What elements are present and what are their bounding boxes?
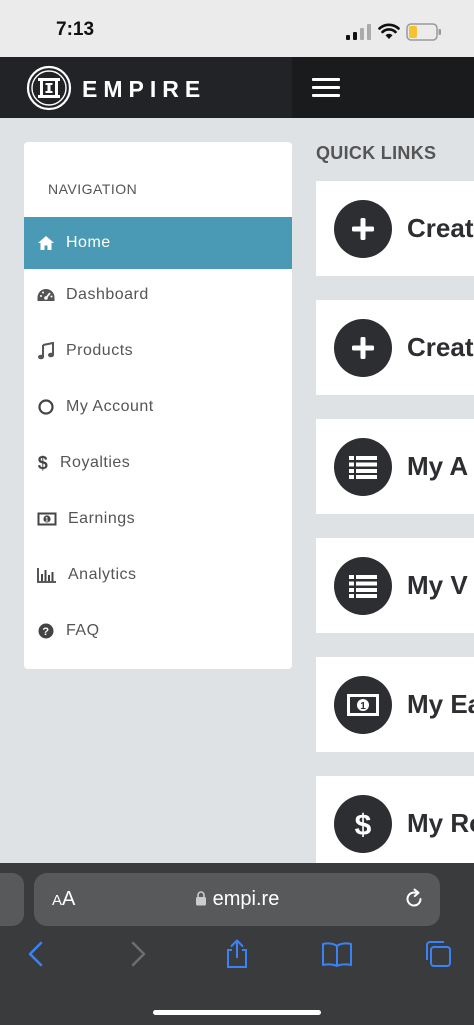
empire-logo-icon bbox=[26, 65, 72, 111]
nav-item-label: Dashboard bbox=[66, 286, 149, 303]
back-arrow-icon[interactable] bbox=[20, 938, 52, 970]
app-header: EMPIRE bbox=[0, 57, 474, 118]
bar-chart-icon bbox=[36, 565, 58, 585]
nav-item-earnings[interactable]: 1 Earnings bbox=[24, 493, 292, 545]
nav-item-label: Products bbox=[66, 342, 134, 359]
quick-link-label: Creat bbox=[407, 332, 474, 362]
quick-links-title: QUICK LINKS bbox=[316, 143, 437, 163]
quick-link-label: Creat bbox=[407, 213, 474, 243]
list-icon bbox=[334, 556, 392, 615]
money-bill-icon: 1 bbox=[36, 509, 58, 529]
home-icon bbox=[36, 233, 56, 253]
quick-link-my-royalties[interactable]: $ My Ro bbox=[316, 776, 474, 871]
nav-item-dashboard[interactable]: Dashboard bbox=[24, 269, 292, 321]
cellular-signal-icon bbox=[346, 24, 371, 40]
money-bill-icon: 1 bbox=[334, 675, 392, 734]
nav-item-label: Home bbox=[66, 234, 111, 251]
nav-item-analytics[interactable]: Analytics bbox=[24, 549, 292, 601]
quick-link-my-v[interactable]: My V bbox=[316, 538, 474, 633]
dollar-icon: $ bbox=[334, 794, 392, 853]
home-indicator[interactable] bbox=[153, 1010, 321, 1015]
quick-link-label: My Ro bbox=[407, 808, 474, 838]
reload-icon[interactable] bbox=[402, 887, 426, 911]
lock-icon bbox=[195, 891, 206, 906]
question-circle-icon: ? bbox=[36, 621, 56, 641]
nav-item-label: Analytics bbox=[68, 566, 137, 583]
forward-arrow-icon[interactable] bbox=[122, 938, 154, 970]
quick-link-label: My V bbox=[407, 570, 468, 600]
hamburger-menu-icon[interactable] bbox=[312, 78, 340, 98]
circle-icon bbox=[36, 397, 56, 417]
status-time: 7:13 bbox=[56, 19, 95, 40]
quick-link-create-1[interactable]: Creat bbox=[316, 181, 474, 276]
status-bar: 7:13 bbox=[0, 0, 474, 57]
address-bar[interactable]: AA empi.re bbox=[34, 873, 440, 926]
svg-text:$: $ bbox=[355, 809, 372, 841]
nav-item-my-account[interactable]: My Account bbox=[24, 381, 292, 433]
nav-item-home[interactable]: Home bbox=[24, 217, 292, 269]
wifi-icon bbox=[378, 23, 400, 39]
svg-text:?: ? bbox=[42, 626, 49, 638]
tabs-icon[interactable] bbox=[422, 938, 454, 970]
share-icon[interactable] bbox=[221, 938, 253, 970]
brand-name: EMPIRE bbox=[82, 76, 207, 102]
nav-item-label: Royalties bbox=[60, 454, 131, 471]
logo-area[interactable]: EMPIRE bbox=[0, 57, 292, 118]
quick-link-label: My Ea bbox=[407, 689, 474, 719]
navigation-panel: NAVIGATION Home Dashboard Products My Ac… bbox=[24, 142, 292, 669]
plus-icon bbox=[334, 199, 392, 258]
plus-icon bbox=[334, 318, 392, 377]
battery-icon bbox=[406, 23, 441, 41]
nav-item-royalties[interactable]: $ Royalties bbox=[24, 437, 292, 489]
quick-link-label: My A bbox=[407, 451, 469, 481]
quick-link-my-earnings[interactable]: 1 My Ea bbox=[316, 657, 474, 752]
nav-item-faq[interactable]: ? FAQ bbox=[24, 605, 292, 657]
svg-text:1: 1 bbox=[360, 701, 366, 712]
dashboard-gauge-icon bbox=[36, 285, 56, 305]
svg-text:$: $ bbox=[38, 453, 49, 473]
music-note-icon bbox=[36, 341, 56, 361]
svg-text:1: 1 bbox=[45, 517, 49, 523]
navigation-title: NAVIGATION bbox=[48, 181, 138, 197]
nav-item-products[interactable]: Products bbox=[24, 325, 292, 377]
url-display[interactable]: empi.re bbox=[34, 888, 440, 911]
url-text: empi.re bbox=[212, 888, 280, 910]
quick-link-create-2[interactable]: Creat bbox=[316, 300, 474, 395]
dollar-icon: $ bbox=[36, 453, 50, 473]
list-icon bbox=[334, 437, 392, 496]
quick-link-my-a[interactable]: My A bbox=[316, 419, 474, 514]
previous-tab-preview[interactable] bbox=[0, 873, 24, 926]
nav-item-label: FAQ bbox=[66, 622, 100, 639]
bookmarks-icon[interactable] bbox=[321, 938, 353, 970]
nav-item-label: My Account bbox=[66, 398, 154, 415]
nav-item-label: Earnings bbox=[68, 510, 136, 527]
